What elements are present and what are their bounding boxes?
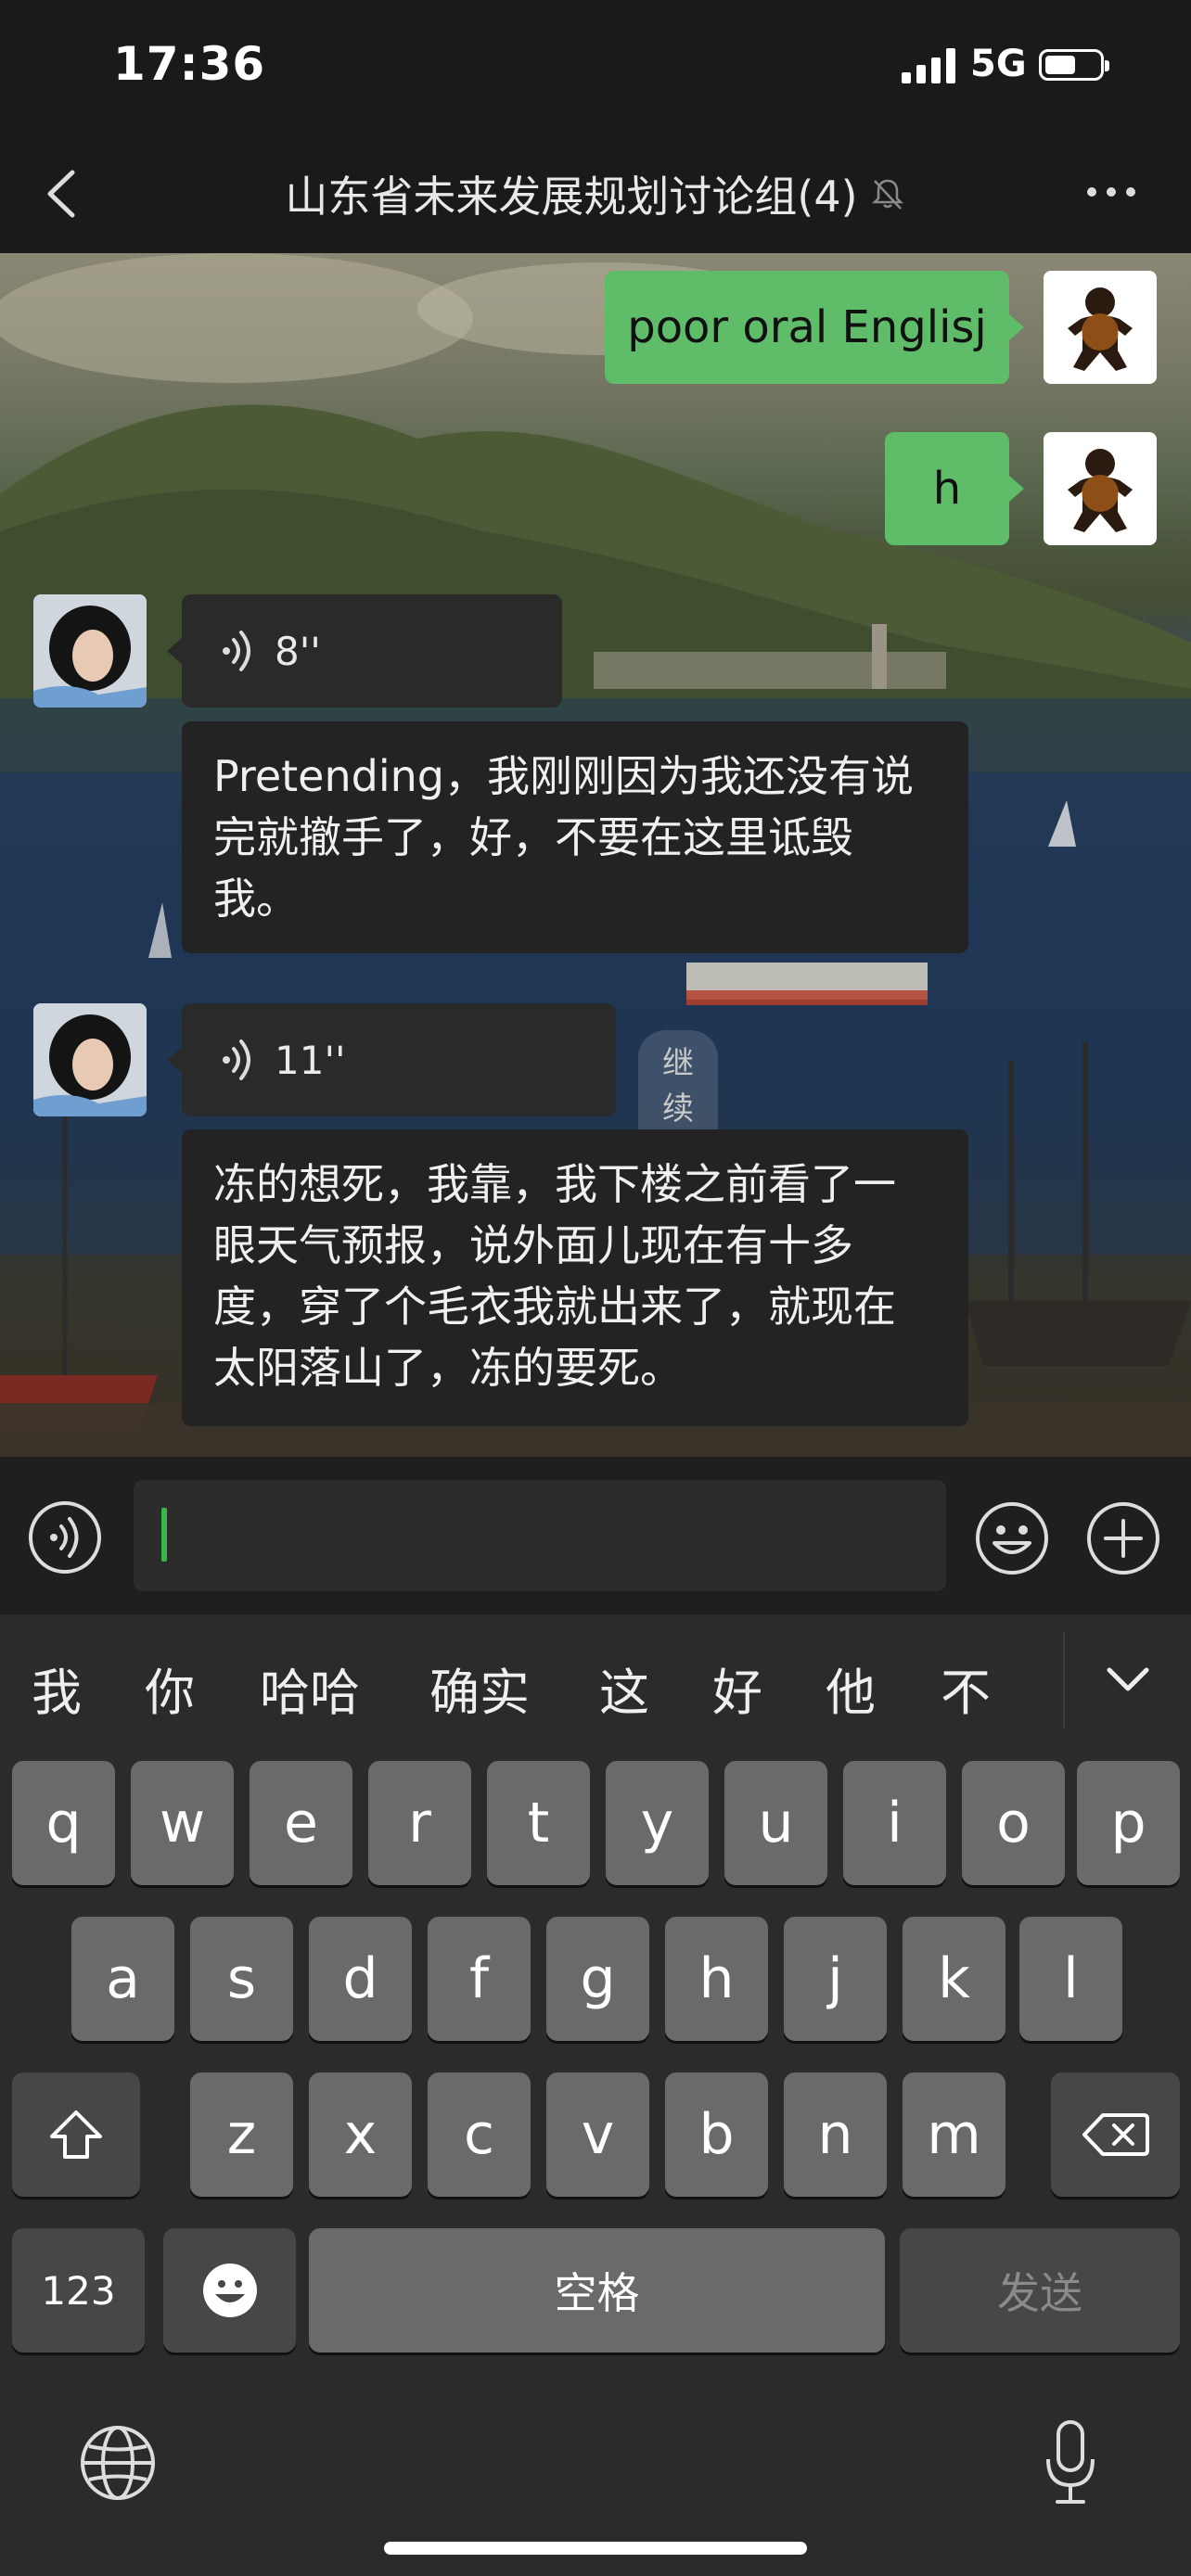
key-x[interactable]: x [309,2072,412,2197]
message-bubble[interactable]: poor oral Englisj [605,271,1024,384]
voice-duration: 11'' [275,1037,346,1083]
network-type: 5G [970,43,1027,85]
key-h[interactable]: h [665,1917,768,2041]
shift-arrow-icon [50,2111,102,2159]
key-v[interactable]: v [546,2072,649,2197]
keyboard: 我 你 哈哈 确实 这 好 他 不 q w e r t y u i o p a … [0,1614,1191,2576]
candidate-word[interactable]: 你 [145,1651,195,1725]
key-a[interactable]: a [71,1917,174,2041]
emoji-key[interactable] [163,2228,296,2353]
status-time: 17:36 [113,37,266,91]
shift-key[interactable] [12,2072,140,2197]
key-k[interactable]: k [903,1917,1005,2041]
key-y[interactable]: y [606,1761,709,1885]
message-input-bar [0,1457,1191,1614]
candidate-word[interactable]: 我 [32,1651,82,1725]
send-key[interactable]: 发送 [900,2228,1180,2353]
key-f[interactable]: f [428,1917,531,2041]
contact-photo-icon [33,594,147,708]
home-indicator[interactable] [384,2542,807,2555]
key-d[interactable]: d [309,1917,412,2041]
key-r[interactable]: r [368,1761,471,1885]
key-p[interactable]: p [1077,1761,1180,1885]
voice-message-bubble[interactable]: 8'' [167,594,562,708]
key-m[interactable]: m [903,2072,1005,2197]
candidate-word[interactable]: 好 [712,1651,762,1725]
key-w[interactable]: w [131,1761,234,1885]
voice-wave-icon [223,631,250,671]
key-c[interactable]: c [428,2072,531,2197]
candidate-divider [1063,1631,1065,1729]
contact-avatar[interactable] [33,594,147,708]
key-s[interactable]: s [190,1917,293,2041]
my-avatar[interactable] [1044,271,1157,384]
voice-message-bubble[interactable]: 11'' [167,1003,616,1116]
key-o[interactable]: o [962,1761,1065,1885]
contact-avatar[interactable] [33,1003,147,1116]
chevron-down-icon[interactable] [1104,1661,1152,1698]
globe-icon[interactable] [78,2423,158,2503]
voice-transcript[interactable]: 冻的想死，我靠，我下楼之前看了一眼天气预报，说外面儿现在有十多度，穿了个毛衣我就… [182,1129,968,1426]
status-bar: 17:36 5G [0,0,1191,139]
backspace-icon [1082,2113,1149,2156]
emoji-icon[interactable] [974,1500,1050,1576]
candidate-word[interactable]: 哈哈 [260,1651,360,1725]
candidate-word[interactable]: 确实 [429,1651,530,1725]
candidate-word[interactable]: 他 [826,1651,876,1725]
voice-transcript[interactable]: Pretending，我刚刚因为我还没有说完就撤手了，好，不要在这里诋毁我。 [182,721,968,953]
message-text-input[interactable] [134,1480,946,1591]
key-i[interactable]: i [843,1761,946,1885]
more-options-icon[interactable] [1083,178,1139,206]
key-z[interactable]: z [190,2072,293,2197]
key-t[interactable]: t [487,1761,590,1885]
text-cursor [161,1508,167,1562]
candidate-bar: 我 你 哈哈 确实 这 好 他 不 [0,1614,1191,1753]
signal-strength-icon [902,48,957,83]
space-key[interactable]: 空格 [309,2228,885,2353]
voice-duration: 8'' [275,628,321,674]
key-q[interactable]: q [12,1761,115,1885]
gingerbread-avatar-icon [1068,449,1133,532]
contact-photo-icon [33,1003,147,1116]
key-n[interactable]: n [784,2072,887,2197]
message-bubble[interactable]: h [885,432,1024,545]
numbers-key[interactable]: 123 [12,2228,145,2353]
gingerbread-avatar-icon [1068,287,1133,371]
chat-title[interactable]: 山东省未来发展规划讨论组(4) [285,163,857,224]
chat-header: 山东省未来发展规划讨论组(4) [0,139,1191,253]
voice-input-toggle-icon[interactable] [28,1500,102,1575]
battery-icon [1039,49,1109,81]
mute-bell-icon [871,179,903,210]
key-g[interactable]: g [546,1917,649,2041]
my-avatar[interactable] [1044,432,1157,545]
delete-key[interactable] [1051,2072,1180,2197]
chat-title-bar: 山东省未来发展规划讨论组(4) [0,163,1191,224]
microphone-icon[interactable] [1043,2418,1098,2507]
key-e[interactable]: e [250,1761,352,1885]
key-j[interactable]: j [784,1917,887,2041]
key-b[interactable]: b [665,2072,768,2197]
emoji-face-icon [202,2264,257,2317]
add-attachment-icon[interactable] [1085,1500,1161,1576]
chat-message-list[interactable]: poor oral Englisj h 8'' Pretending，我刚刚因为… [0,253,1191,1457]
candidate-word[interactable]: 不 [941,1651,991,1725]
key-l[interactable]: l [1019,1917,1122,2041]
key-u[interactable]: u [724,1761,827,1885]
candidate-word[interactable]: 这 [599,1651,649,1725]
voice-wave-icon [223,1039,250,1080]
